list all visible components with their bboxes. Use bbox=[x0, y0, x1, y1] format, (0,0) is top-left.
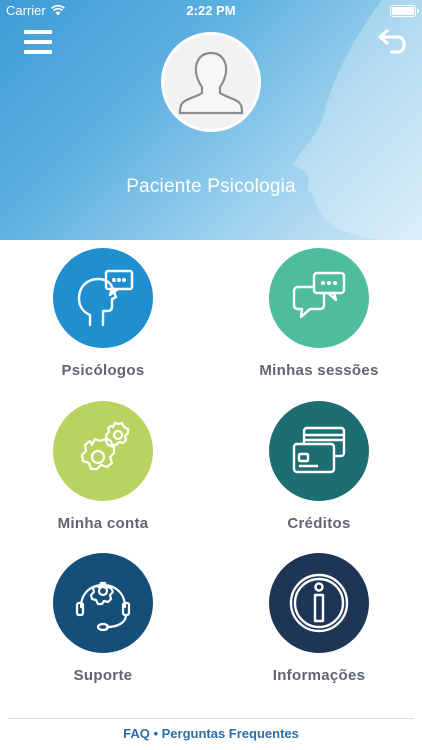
profile-name: Paciente Psicologia bbox=[126, 176, 296, 197]
chat-bubbles-icon bbox=[292, 271, 346, 319]
menu-button[interactable] bbox=[24, 30, 52, 54]
tile-suporte[interactable]: Suporte bbox=[23, 553, 183, 684]
hamburger-icon bbox=[24, 30, 52, 34]
tile-minhas-sessoes-label: Minhas sessões bbox=[259, 362, 379, 379]
profile-header: Carrier 2:22 PM Paciente Psicologia bbox=[0, 0, 422, 240]
info-icon bbox=[289, 573, 349, 633]
back-arrow-icon[interactable] bbox=[376, 26, 408, 56]
tile-creditos-label: Créditos bbox=[287, 515, 351, 532]
tile-psicologos-circle bbox=[53, 248, 153, 348]
tile-informacoes-circle bbox=[269, 553, 369, 653]
tile-minhas-sessoes-circle bbox=[269, 248, 369, 348]
head-chat-icon bbox=[77, 269, 134, 327]
tile-creditos[interactable]: Créditos bbox=[239, 401, 399, 532]
tile-psicologos[interactable]: Psicólogos bbox=[23, 248, 183, 379]
hamburger-icon-bar bbox=[24, 40, 52, 44]
tile-minha-conta-label: Minha conta bbox=[57, 515, 149, 532]
tile-creditos-circle bbox=[269, 401, 369, 501]
tile-minha-conta-circle bbox=[53, 401, 153, 501]
gears-icon bbox=[80, 421, 130, 471]
credit-cards-icon bbox=[292, 426, 346, 474]
headset-gear-icon bbox=[75, 581, 131, 632]
status-bar: Carrier 2:22 PM bbox=[0, 0, 422, 22]
tile-psicologos-label: Psicólogos bbox=[61, 362, 145, 379]
tile-suporte-circle bbox=[53, 553, 153, 653]
battery-icon bbox=[390, 5, 419, 17]
tile-informacoes-label: Informações bbox=[272, 667, 366, 684]
tile-suporte-label: Suporte bbox=[73, 667, 133, 684]
avatar[interactable] bbox=[161, 32, 261, 132]
user-silhouette-icon bbox=[178, 51, 244, 115]
hamburger-icon-bar bbox=[24, 50, 52, 54]
tile-minhas-sessoes[interactable]: Minhas sessões bbox=[239, 248, 399, 379]
tile-minha-conta[interactable]: Minha conta bbox=[23, 401, 183, 532]
faq-link[interactable]: FAQ • Perguntas Frequentes bbox=[0, 726, 422, 741]
status-time: 2:22 PM bbox=[186, 3, 236, 18]
tile-informacoes[interactable]: Informações bbox=[239, 553, 399, 684]
footer-divider bbox=[8, 718, 414, 719]
